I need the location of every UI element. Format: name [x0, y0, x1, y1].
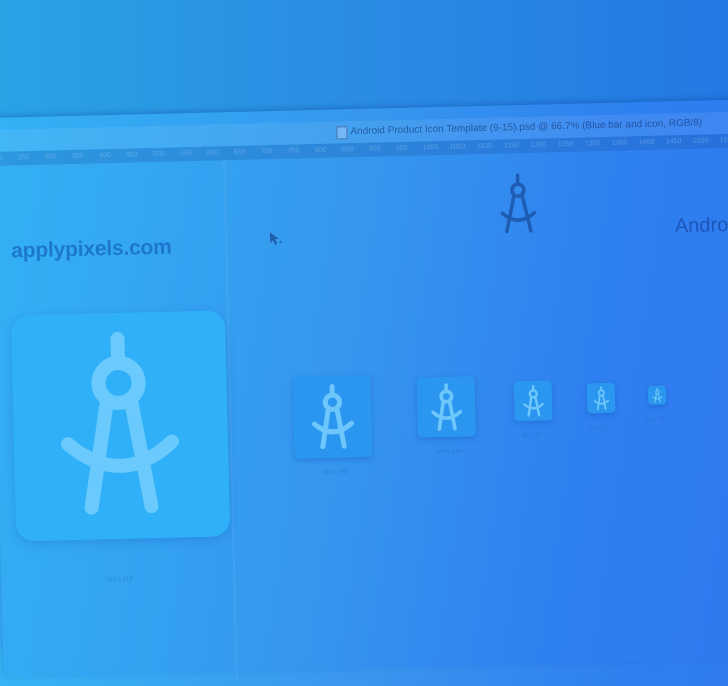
ruler-tick: 1200: [531, 138, 558, 153]
ruler-tick: 1100: [477, 139, 504, 154]
drafting-compass-icon: [308, 383, 356, 450]
drafting-compass-icon: [592, 386, 609, 410]
app-icon-tile[interactable]: [416, 376, 475, 437]
brand-text: applypixels.com: [11, 236, 172, 264]
ruler-tick: 800: [315, 143, 342, 158]
template-heading: Andro: [675, 214, 728, 238]
document-canvas[interactable]: applypixels.com Andro: [0, 147, 728, 685]
large-app-icon[interactable]: [11, 310, 230, 541]
document-icon: [336, 126, 347, 139]
app-icon-tile[interactable]: [292, 375, 372, 459]
ruler-tick: 950: [396, 141, 423, 156]
drafting-compass-icon: [428, 383, 464, 432]
app-icon-tile[interactable]: [514, 380, 553, 421]
ruler-tick: 1550: [720, 134, 728, 149]
ruler-tick: 1350: [612, 136, 639, 151]
icon-size-label: 144 x 144: [435, 449, 461, 456]
icon-size-label: 72 x 72: [590, 425, 610, 431]
drafting-compass-icon: [497, 173, 541, 236]
ruler-tick: 250: [18, 151, 45, 166]
ruler-tick: 200: [0, 151, 18, 166]
arrow-cursor-icon: [269, 231, 283, 247]
ruler-tick: 1250: [558, 137, 585, 152]
icon-size-label: 96 x 96: [522, 433, 542, 439]
app-icon-tile[interactable]: [648, 386, 666, 405]
ruler-tick: 300: [45, 150, 72, 165]
drafting-compass-icon: [521, 385, 545, 418]
app-icon-tile[interactable]: [587, 383, 616, 414]
icon-size-label: 512 x 512: [106, 577, 132, 584]
ruler-tick: 400: [99, 149, 126, 164]
ruler-tick: 1000: [423, 141, 450, 156]
ruler-tick: 900: [369, 142, 396, 157]
ruler-tick: 1400: [639, 135, 666, 150]
ruler-tick: 1500: [693, 134, 720, 149]
ruler-tick: 1050: [450, 140, 477, 155]
ruler-tick: 600: [207, 146, 234, 161]
ruler-tick: 750: [288, 144, 315, 159]
ruler-tick: 500: [153, 147, 180, 162]
drafting-compass-icon: [53, 329, 185, 516]
icon-size-label: 192 x 192: [322, 469, 348, 476]
photoshop-window: Android Product Icon Template (9-15).psd…: [0, 99, 728, 677]
ruler-tick: 700: [261, 145, 288, 160]
ruler-tick: 650: [234, 145, 261, 160]
ruler-tick: 550: [180, 147, 207, 162]
ruler-tick: 350: [72, 149, 99, 164]
ruler-tick: 1450: [666, 135, 693, 150]
ruler-tick: 1300: [585, 137, 612, 152]
ruler-tick: 1150: [504, 139, 531, 154]
drafting-compass-icon: [651, 388, 662, 403]
ruler-tick: 450: [126, 148, 153, 163]
ruler-tick: 850: [342, 143, 369, 158]
icon-size-label: 48 x 48: [646, 417, 666, 423]
